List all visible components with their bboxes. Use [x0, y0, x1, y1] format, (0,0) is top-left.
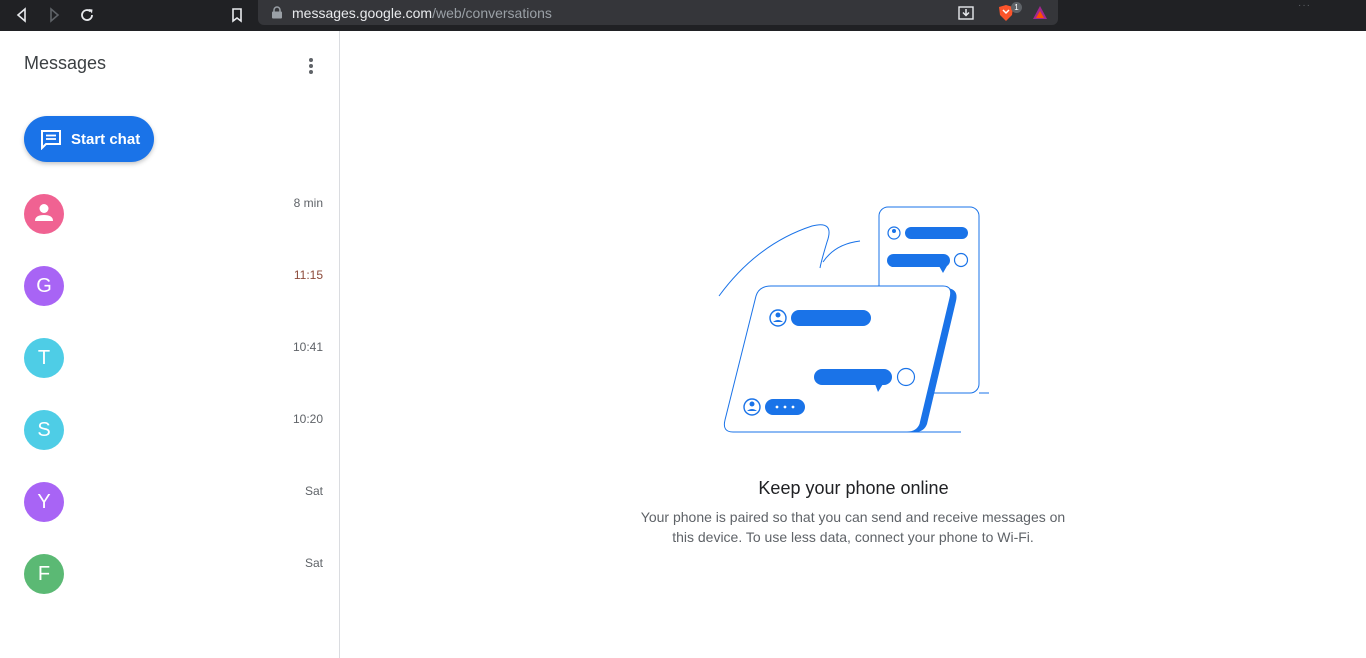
- shields-count-badge: 1: [1011, 2, 1022, 13]
- avatar: F: [24, 554, 64, 594]
- back-icon: [16, 7, 26, 23]
- url-path: /web/conversations: [432, 5, 552, 21]
- forward-icon: [50, 7, 60, 23]
- conversation-time: Sat: [304, 556, 323, 570]
- download-icon[interactable]: [957, 4, 975, 22]
- more-options-button[interactable]: [298, 53, 324, 79]
- browser-toolbar: messages.google.com/web/conversations 1 …: [0, 0, 1366, 31]
- back-button[interactable]: [11, 4, 33, 26]
- conversation-time: 10:20: [292, 412, 323, 426]
- avatar: S: [24, 410, 64, 450]
- start-chat-label: Start chat: [71, 130, 141, 148]
- url-host: messages.google.com: [292, 5, 433, 21]
- app-title: Messages: [24, 53, 107, 73]
- brave-rewards-icon[interactable]: [1031, 4, 1049, 22]
- reload-icon: [81, 9, 93, 21]
- conversation-item[interactable]: G 11:15: [0, 251, 339, 323]
- empty-state-title: Keep your phone online: [758, 478, 949, 498]
- conversation-time: Sat: [304, 484, 323, 498]
- conversation-item[interactable]: F Sat: [0, 539, 339, 611]
- chat-icon: [41, 130, 61, 150]
- phone-online-illustration: [718, 206, 989, 433]
- avatar: T: [24, 338, 64, 378]
- conversation-time: 10:41: [292, 340, 323, 354]
- conversation-sidebar: Messages Start chat 8 min G 11:15 T 10:4…: [0, 31, 340, 658]
- more-vert-icon: [309, 58, 313, 74]
- reload-button[interactable]: [76, 4, 98, 26]
- start-chat-button[interactable]: Start chat: [24, 116, 154, 162]
- conversation-time: 11:15: [293, 268, 323, 282]
- main-pane: Keep your phone online Your phone is pai…: [341, 31, 1366, 658]
- avatar: Y: [24, 482, 64, 522]
- person-icon: [35, 204, 53, 221]
- window-dots: ···: [1298, 0, 1311, 11]
- avatar: G: [24, 266, 64, 306]
- lock-icon: [272, 6, 282, 19]
- bookmark-icon: [232, 8, 242, 23]
- forward-button[interactable]: [43, 4, 65, 26]
- bookmark-button[interactable]: [226, 4, 248, 26]
- empty-state-description: Your phone is paired so that you can sen…: [640, 509, 1066, 545]
- conversation-item[interactable]: 8 min: [0, 179, 339, 251]
- conversation-item[interactable]: T 10:41: [0, 323, 339, 395]
- address-bar[interactable]: messages.google.com/web/conversations: [258, 0, 1058, 25]
- conversation-item[interactable]: S 10:20: [0, 395, 339, 467]
- avatar: [24, 194, 64, 234]
- conversation-time: 8 min: [293, 196, 323, 210]
- url-text: messages.google.com/web/conversations: [292, 5, 552, 21]
- conversation-item[interactable]: Y Sat: [0, 467, 339, 539]
